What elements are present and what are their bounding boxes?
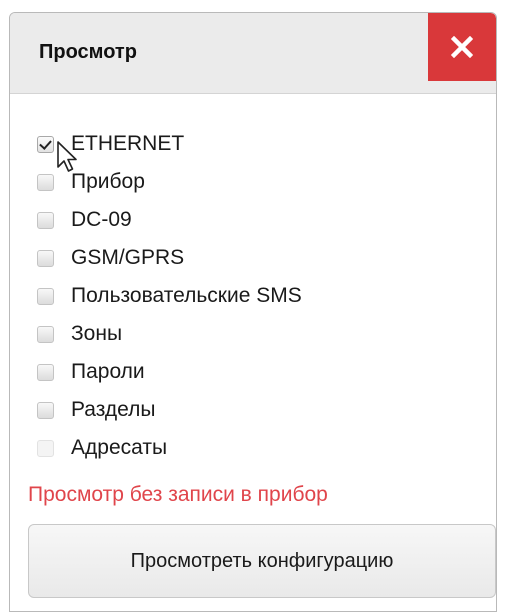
view-dialog: Просмотр ETHERNET Прибор DC-09 GSM/GPRS …	[9, 12, 497, 612]
option-passwords[interactable]: Пароли	[37, 353, 302, 391]
checkbox[interactable]	[37, 363, 54, 381]
checkbox[interactable]	[37, 325, 54, 343]
option-device[interactable]: Прибор	[37, 163, 302, 201]
option-zones[interactable]: Зоны	[37, 315, 302, 353]
checkbox	[37, 439, 54, 457]
checkbox[interactable]	[37, 135, 54, 153]
view-configuration-button[interactable]: Просмотреть конфигурацию	[28, 524, 496, 598]
option-label: DC-09	[71, 208, 132, 231]
close-button[interactable]	[428, 13, 496, 81]
option-partitions[interactable]: Разделы	[37, 391, 302, 429]
checkbox[interactable]	[37, 287, 54, 305]
option-label: Адресаты	[71, 436, 168, 459]
preview-note: Просмотр без записи в прибор	[28, 483, 328, 506]
option-label: Разделы	[71, 398, 156, 421]
option-label: Прибор	[71, 170, 145, 193]
option-dc09[interactable]: DC-09	[37, 201, 302, 239]
close-icon	[451, 36, 473, 58]
dialog-title: Просмотр	[39, 41, 137, 63]
option-label: GSM/GPRS	[71, 246, 185, 269]
checkbox[interactable]	[37, 249, 54, 267]
option-label: Пользовательские SMS	[71, 284, 302, 307]
option-recipients: Адресаты	[37, 429, 302, 467]
option-gsm-gprs[interactable]: GSM/GPRS	[37, 239, 302, 277]
option-user-sms[interactable]: Пользовательские SMS	[37, 277, 302, 315]
checkbox[interactable]	[37, 211, 54, 229]
options-list: ETHERNET Прибор DC-09 GSM/GPRS Пользоват…	[37, 125, 302, 467]
checkbox[interactable]	[37, 173, 54, 191]
dialog-titlebar: Просмотр	[10, 13, 496, 94]
option-label: ETHERNET	[71, 132, 185, 155]
option-label: Зоны	[71, 322, 123, 345]
checkbox[interactable]	[37, 401, 54, 419]
option-ethernet[interactable]: ETHERNET	[37, 125, 302, 163]
option-label: Пароли	[71, 360, 145, 383]
